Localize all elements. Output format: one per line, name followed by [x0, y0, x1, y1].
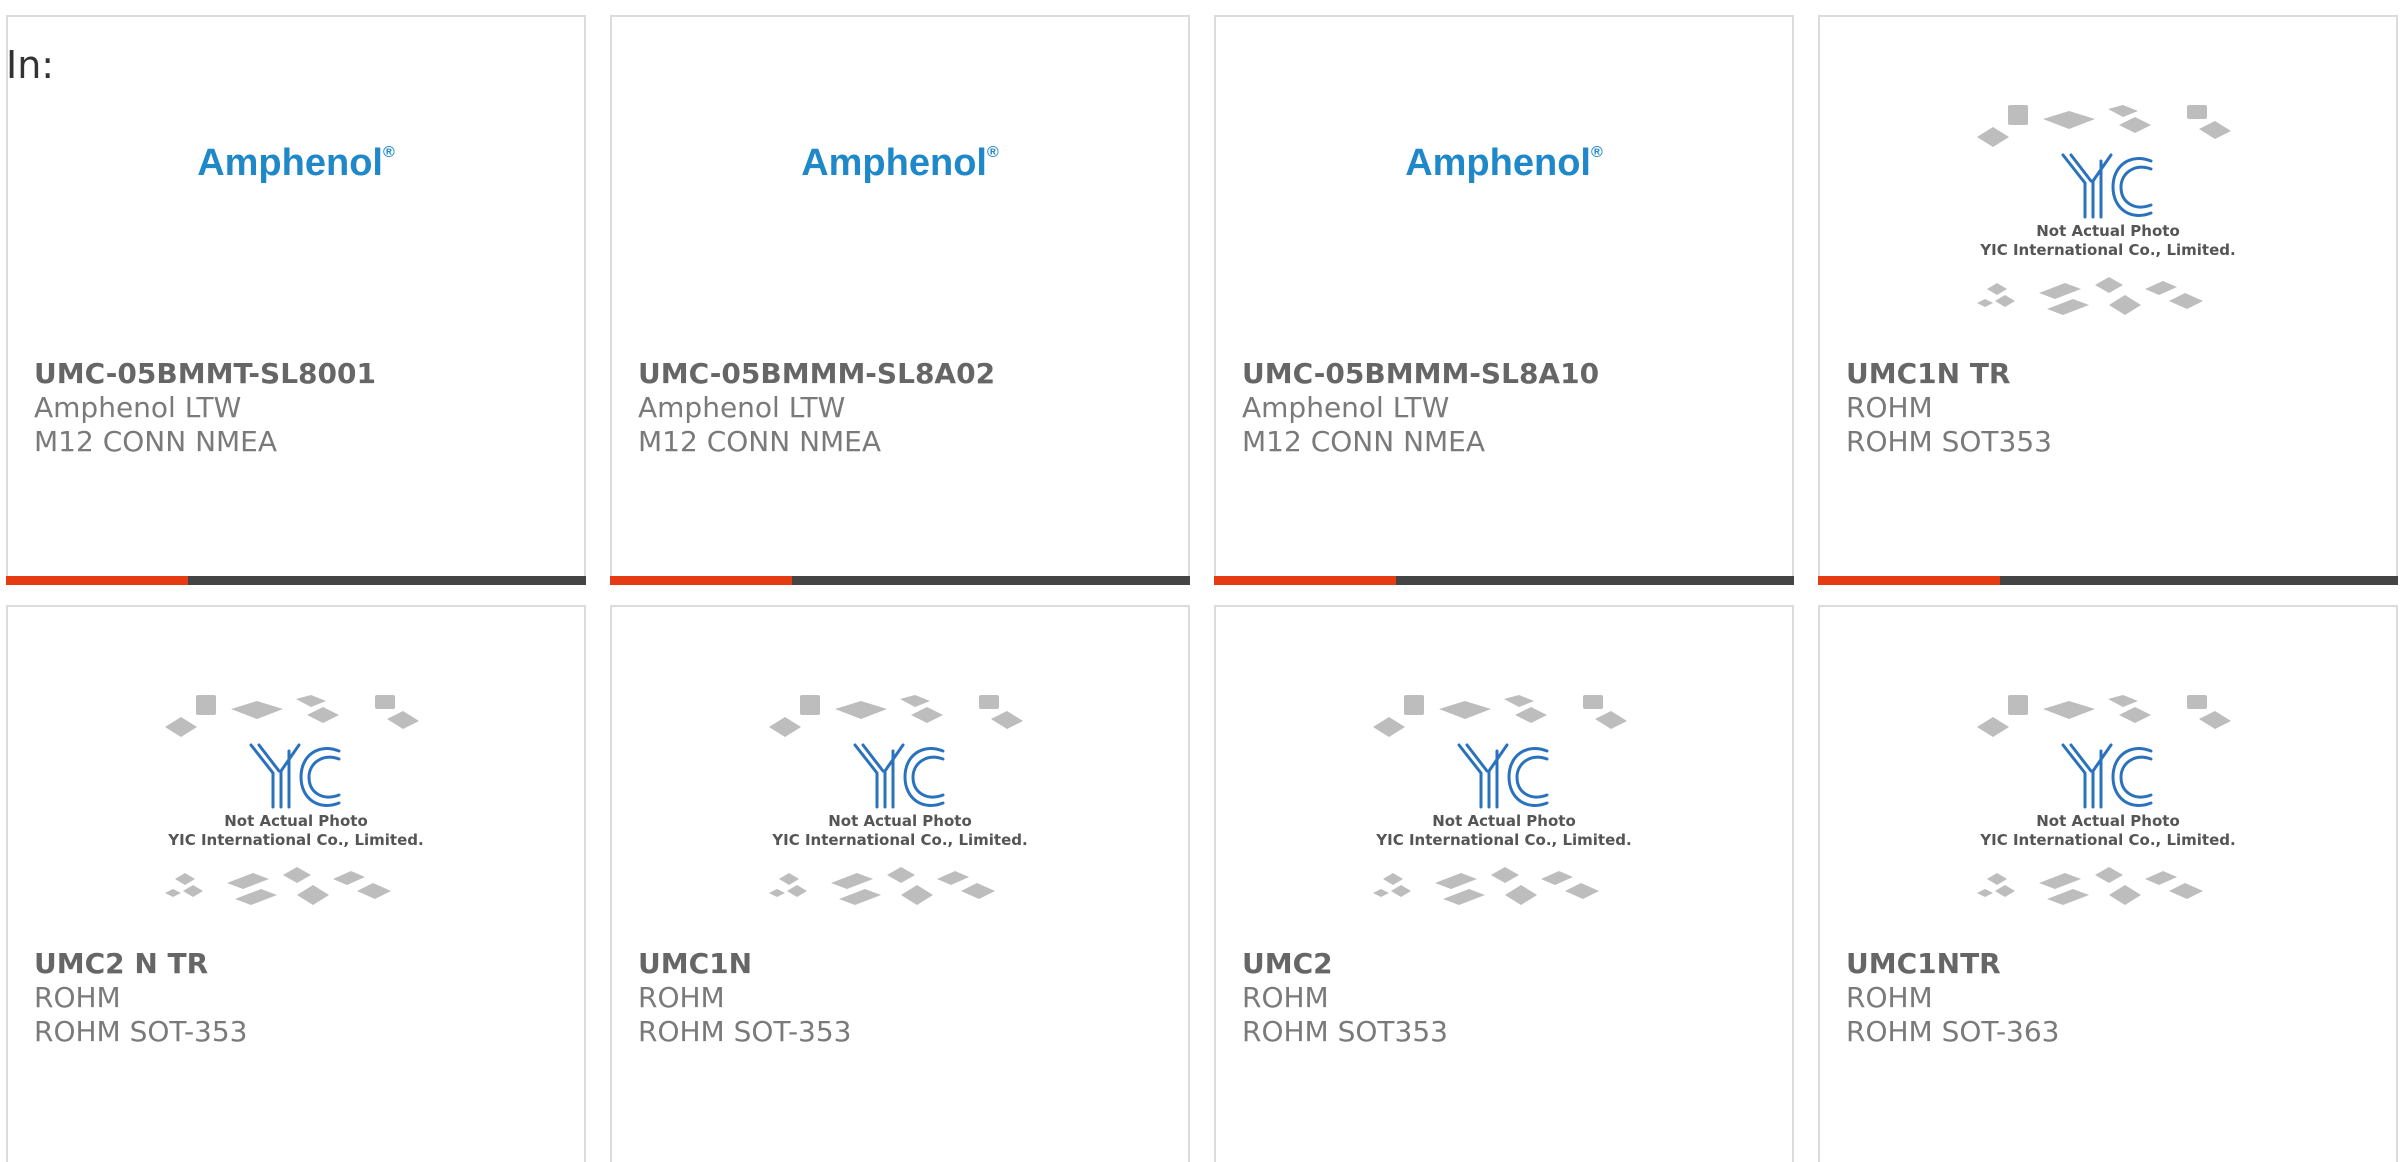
yic-placeholder-image: Not Actual Photo YIC International Co., L… — [1973, 693, 2243, 933]
yic-placeholder-image: Not Actual Photo YIC International Co., L… — [765, 693, 1035, 933]
description: ROHM SOT-353 — [34, 1015, 248, 1048]
product-card[interactable]: Amphenol® UMC-05BMMT-SL8001 Amphenol LTW… — [6, 15, 586, 585]
product-info: UMC2 N TR ROHM ROHM SOT-353 — [34, 947, 564, 1049]
manufacturer: Amphenol LTW — [638, 391, 846, 424]
product-card[interactable]: Amphenol® UMC-05BMMM-SL8A10 Amphenol LTW… — [1214, 15, 1794, 585]
card-accent-bar — [610, 576, 792, 585]
placeholder-caption-line2: YIC International Co., Limited. — [1979, 831, 2235, 849]
product-card[interactable]: Not Actual Photo YIC International Co., L… — [6, 605, 586, 1162]
chip-icons-top — [1977, 695, 2231, 737]
manufacturer: ROHM — [1846, 391, 1933, 424]
product-card[interactable]: Not Actual Photo YIC International Co., L… — [1818, 15, 2398, 585]
manufacturer: ROHM — [34, 981, 121, 1014]
amphenol-logo: Amphenol® — [197, 141, 395, 184]
amphenol-logo: Amphenol® — [1405, 141, 1603, 184]
yic-placeholder-graphic: Not Actual PhotoYIC International Co., L… — [1977, 105, 2236, 315]
card-footer-bar — [6, 576, 586, 585]
product-info: UMC2 ROHM ROHM SOT353 — [1242, 947, 1772, 1049]
product-info: UMC-05BMMT-SL8001 Amphenol LTW M12 CONN … — [34, 357, 564, 459]
card-footer-bar — [610, 576, 1190, 585]
yic-logo-icon — [249, 743, 341, 809]
part-number-link[interactable]: UMC-05BMMT-SL8001 — [34, 357, 564, 391]
product-card[interactable]: Not Actual Photo YIC International Co., L… — [1214, 605, 1794, 1162]
yic-logo-icon — [2061, 743, 2153, 809]
manufacturer: Amphenol LTW — [1242, 391, 1450, 424]
yic-logo-icon — [1457, 743, 1549, 809]
product-image: Not Actual Photo YIC International Co., L… — [8, 677, 584, 949]
product-image: Amphenol® — [8, 87, 584, 359]
product-image: Not Actual Photo YIC International Co., L… — [1820, 87, 2396, 359]
chip-icons-bottom — [1977, 277, 2203, 315]
description: M12 CONN NMEA — [638, 425, 882, 458]
part-number-link[interactable]: UMC2 — [1242, 947, 1772, 981]
placeholder-caption-line1: Not Actual Photo — [1432, 812, 1576, 830]
yic-placeholder-graphic: Not Actual PhotoYIC International Co., L… — [1977, 695, 2236, 905]
chip-icons-bottom — [165, 867, 391, 905]
product-card[interactable]: Not Actual Photo YIC International Co., L… — [610, 605, 1190, 1162]
part-number-link[interactable]: UMC1NTR — [1846, 947, 2376, 981]
description: ROHM SOT353 — [1846, 425, 2052, 458]
yic-placeholder-image: Not Actual Photo YIC International Co., L… — [1973, 103, 2243, 343]
product-image: Amphenol® — [1216, 87, 1792, 359]
yic-placeholder-image: Not Actual Photo YIC International Co., L… — [1369, 693, 1639, 933]
placeholder-caption-line2: YIC International Co., Limited. — [1979, 241, 2235, 259]
part-number-link[interactable]: UMC-05BMMM-SL8A10 — [1242, 357, 1772, 391]
part-number-link[interactable]: UMC-05BMMM-SL8A02 — [638, 357, 1168, 391]
card-footer-bar — [1818, 576, 2398, 585]
card-footer-bar — [1214, 576, 1794, 585]
part-number-link[interactable]: UMC1N TR — [1846, 357, 2376, 391]
manufacturer: ROHM — [638, 981, 725, 1014]
description: M12 CONN NMEA — [1242, 425, 1486, 458]
product-image: Not Actual Photo YIC International Co., L… — [612, 677, 1188, 949]
placeholder-caption-line2: YIC International Co., Limited. — [167, 831, 423, 849]
yic-placeholder-image: Not Actual Photo YIC International Co., L… — [161, 693, 431, 933]
card-accent-bar — [1214, 576, 1396, 585]
card-accent-bar — [6, 576, 188, 585]
chip-icons-top — [1373, 695, 1627, 737]
product-info: UMC1N ROHM ROHM SOT-353 — [638, 947, 1168, 1049]
chip-icons-bottom — [1977, 867, 2203, 905]
yic-placeholder-graphic: Not Actual PhotoYIC International Co., L… — [1373, 695, 1632, 905]
chip-icons-top — [165, 695, 419, 737]
chip-icons-bottom — [1373, 867, 1599, 905]
product-image: Amphenol® — [612, 87, 1188, 359]
manufacturer: Amphenol LTW — [34, 391, 242, 424]
placeholder-caption-line1: Not Actual Photo — [2036, 812, 2180, 830]
manufacturer: ROHM — [1242, 981, 1329, 1014]
yic-placeholder-graphic: Not Actual PhotoYIC International Co., L… — [165, 695, 424, 905]
chip-icons-bottom — [769, 867, 995, 905]
placeholder-caption-line1: Not Actual Photo — [224, 812, 368, 830]
yic-logo-icon — [853, 743, 945, 809]
chip-icons-top — [1977, 105, 2231, 147]
placeholder-caption-line2: YIC International Co., Limited. — [771, 831, 1027, 849]
description: ROHM SOT-363 — [1846, 1015, 2060, 1048]
product-grid-page: In: Amphenol® UMC-05BMMT-SL8001 Amphenol… — [0, 0, 2400, 1162]
yic-logo-icon — [2061, 153, 2153, 219]
placeholder-caption-line2: YIC International Co., Limited. — [1375, 831, 1631, 849]
manufacturer: ROHM — [1846, 981, 1933, 1014]
description: M12 CONN NMEA — [34, 425, 278, 458]
description: ROHM SOT353 — [1242, 1015, 1448, 1048]
placeholder-caption-line1: Not Actual Photo — [2036, 222, 2180, 240]
chip-icons-top — [769, 695, 1023, 737]
description: ROHM SOT-353 — [638, 1015, 852, 1048]
product-info: UMC-05BMMM-SL8A02 Amphenol LTW M12 CONN … — [638, 357, 1168, 459]
yic-placeholder-graphic: Not Actual PhotoYIC International Co., L… — [769, 695, 1028, 905]
amphenol-logo: Amphenol® — [801, 141, 999, 184]
product-info: UMC1NTR ROHM ROHM SOT-363 — [1846, 947, 2376, 1049]
filter-in-label: In: — [6, 43, 55, 87]
product-info: UMC1N TR ROHM ROHM SOT353 — [1846, 357, 2376, 459]
product-card[interactable]: Amphenol® UMC-05BMMM-SL8A02 Amphenol LTW… — [610, 15, 1190, 585]
product-image: Not Actual Photo YIC International Co., L… — [1820, 677, 2396, 949]
product-info: UMC-05BMMM-SL8A10 Amphenol LTW M12 CONN … — [1242, 357, 1772, 459]
card-accent-bar — [1818, 576, 2000, 585]
part-number-link[interactable]: UMC1N — [638, 947, 1168, 981]
part-number-link[interactable]: UMC2 N TR — [34, 947, 564, 981]
placeholder-caption-line1: Not Actual Photo — [828, 812, 972, 830]
product-image: Not Actual Photo YIC International Co., L… — [1216, 677, 1792, 949]
product-card[interactable]: Not Actual Photo YIC International Co., L… — [1818, 605, 2398, 1162]
